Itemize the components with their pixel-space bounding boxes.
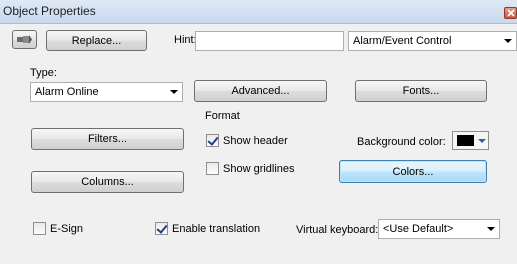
- show-gridlines-checkbox[interactable]: Show gridlines: [206, 162, 295, 175]
- show-gridlines-label: Show gridlines: [223, 162, 295, 175]
- control-type-value: Alarm/Event Control: [353, 35, 452, 47]
- chevron-down-icon: [170, 90, 178, 94]
- close-icon: [507, 9, 515, 17]
- type-value: Alarm Online: [35, 86, 99, 98]
- background-color-picker[interactable]: [452, 131, 489, 150]
- chevron-down-icon: [478, 139, 486, 143]
- virtual-keyboard-label: Virtual keyboard:: [296, 224, 379, 236]
- columns-button[interactable]: Columns...: [31, 171, 184, 193]
- background-color-label: Background color:: [357, 136, 446, 148]
- enable-translation-label: Enable translation: [172, 222, 261, 235]
- chevron-down-icon: [487, 227, 495, 231]
- show-header-label: Show header: [223, 134, 288, 147]
- replace-button[interactable]: Replace...: [46, 30, 147, 51]
- pin-button[interactable]: [12, 30, 37, 49]
- pin-icon: [17, 35, 32, 44]
- colors-button[interactable]: Colors...: [339, 160, 487, 183]
- close-button[interactable]: [504, 7, 517, 19]
- virtual-keyboard-select[interactable]: <Use Default>: [378, 219, 500, 239]
- fonts-button[interactable]: Fonts...: [355, 80, 487, 102]
- chevron-down-icon: [504, 39, 512, 43]
- show-header-checkbox[interactable]: Show header: [206, 134, 288, 147]
- type-label: Type:: [30, 67, 57, 79]
- hint-input[interactable]: [195, 31, 344, 51]
- checkbox-unchecked-icon: [206, 162, 219, 175]
- checkbox-checked-icon: [155, 222, 168, 235]
- format-title: Format: [203, 110, 242, 122]
- advanced-button[interactable]: Advanced...: [194, 80, 327, 102]
- type-select[interactable]: Alarm Online: [30, 82, 183, 102]
- control-type-select[interactable]: Alarm/Event Control: [348, 31, 517, 51]
- esign-checkbox[interactable]: E-Sign: [33, 222, 83, 235]
- virtual-keyboard-value: <Use Default>: [383, 223, 454, 235]
- hint-label: Hint:: [174, 34, 197, 46]
- checkbox-unchecked-icon: [33, 222, 46, 235]
- filters-button[interactable]: Filters...: [31, 128, 184, 150]
- checkbox-checked-icon: [206, 134, 219, 147]
- color-swatch: [457, 135, 474, 146]
- enable-translation-checkbox[interactable]: Enable translation: [155, 222, 260, 235]
- esign-label: E-Sign: [50, 222, 84, 235]
- window-title: Object Properties: [3, 4, 96, 18]
